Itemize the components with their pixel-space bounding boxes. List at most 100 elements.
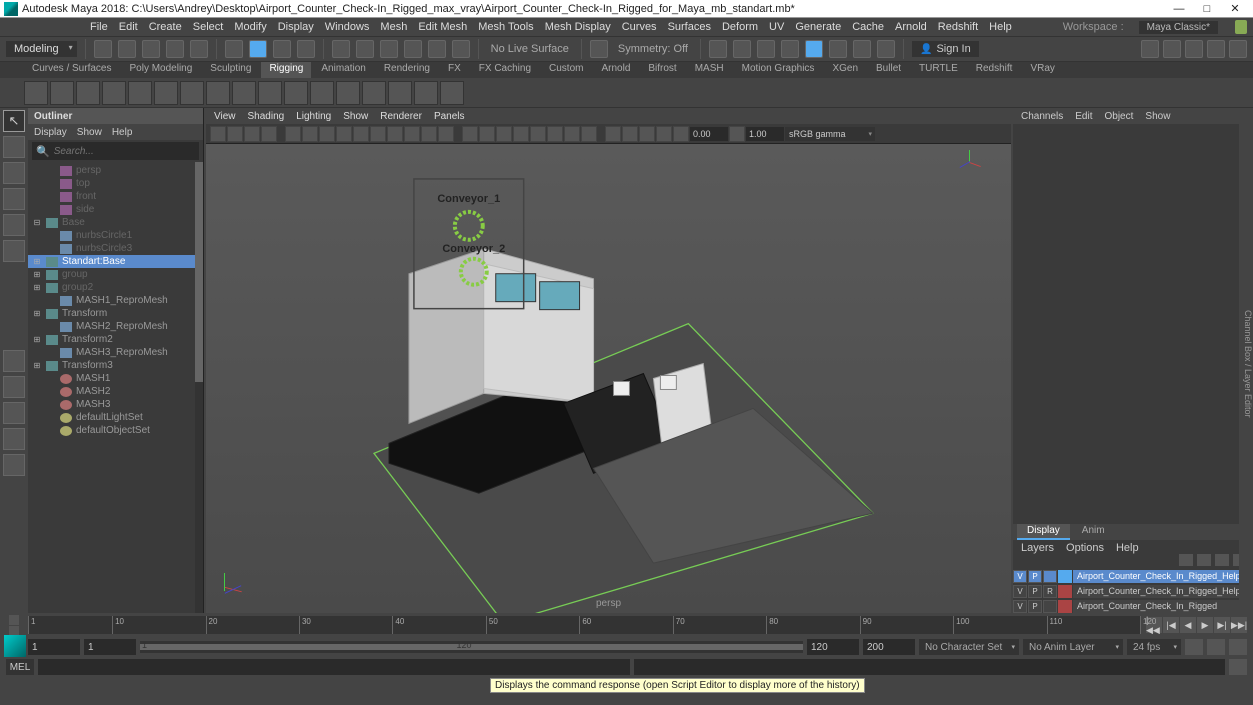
select-mode-button[interactable] [273,40,291,58]
vp-tool-button[interactable] [581,126,597,142]
shelf-button[interactable] [232,81,256,105]
layout-button[interactable] [3,402,25,424]
move-tool[interactable] [3,188,25,210]
rp-menu-item[interactable]: Object [1105,111,1134,122]
vp-colorspace-dropdown[interactable]: sRGB gamma [785,127,875,141]
menu-item[interactable]: Select [193,21,224,33]
snap-button[interactable] [428,40,446,58]
open-scene-button[interactable] [118,40,136,58]
shelf-tab[interactable]: Rigging [261,62,311,78]
layout-button[interactable] [1141,40,1159,58]
shelf-tab[interactable]: Bifrost [640,62,684,78]
shelf-tab[interactable]: Animation [313,62,373,78]
vp-gamma-field[interactable]: 1.00 [746,127,784,141]
shelf-button[interactable] [310,81,334,105]
time-slider[interactable]: 1102030405060708090100110120 [28,616,1140,634]
select-mode-button[interactable] [225,40,243,58]
shelf-button[interactable] [362,81,386,105]
vp-tool-button[interactable] [421,126,437,142]
playback-start-field[interactable]: 1 [84,639,136,655]
outliner-node[interactable]: persp [28,164,203,177]
play-forward-button[interactable]: ▶ [1197,617,1213,633]
toolbar-button[interactable] [757,40,775,58]
snap-button[interactable] [452,40,470,58]
vp-tool-button[interactable] [404,126,420,142]
shelf-tab[interactable]: VRay [1022,62,1062,78]
shelf-tab[interactable]: Bullet [868,62,909,78]
layer-row[interactable]: VPAirport_Counter_Check_In_Rigged_Helper… [1013,569,1253,583]
vp-tool-button[interactable] [210,126,226,142]
menu-item[interactable]: Redshift [938,21,978,33]
outliner-node[interactable]: nurbsCircle1 [28,229,203,242]
shelf-button[interactable] [336,81,360,105]
toolbar-button[interactable] [853,40,871,58]
menu-item[interactable]: Generate [795,21,841,33]
shelf-tab[interactable]: Arnold [593,62,638,78]
timeline-tool[interactable] [9,615,19,625]
vp-tool-button[interactable] [227,126,243,142]
vp-tool-button[interactable] [370,126,386,142]
shelf-button[interactable] [258,81,282,105]
outliner-node[interactable]: MASH1_ReproMesh [28,294,203,307]
shelf-tab[interactable]: Curves / Surfaces [24,62,119,78]
shelf-button[interactable] [154,81,178,105]
layer-row[interactable]: VPAirport_Counter_Check_In_Rigged [1013,599,1253,613]
loop-button[interactable] [1185,639,1203,655]
layer-tab[interactable]: Display [1017,524,1070,540]
shelf-button[interactable] [24,81,48,105]
vp-tool-button[interactable] [319,126,335,142]
script-editor-button[interactable] [1229,659,1247,675]
vp-tool-button[interactable] [547,126,563,142]
layout-button[interactable] [1207,40,1225,58]
cmd-language-label[interactable]: MEL [6,659,34,675]
undo-button[interactable] [166,40,184,58]
layout-button[interactable] [1163,40,1181,58]
scale-tool[interactable] [3,240,25,262]
step-forward-button[interactable]: ▶| [1214,617,1230,633]
vp-tool-button[interactable] [513,126,529,142]
vp-tool-button[interactable] [302,126,318,142]
menu-item[interactable]: Mesh Tools [478,21,533,33]
outliner-search-input[interactable] [54,146,195,157]
rp-menu-item[interactable]: Channels [1021,111,1063,122]
outliner-node[interactable]: ⊞Transform3 [28,359,203,372]
view-cube-icon[interactable] [959,150,981,172]
timeline-tool[interactable] [9,626,19,636]
vp-exposure-field[interactable]: 0.00 [690,127,728,141]
vp-tool-button[interactable] [244,126,260,142]
prefs-button[interactable] [1229,639,1247,655]
layout-button[interactable] [1185,40,1203,58]
outliner-node[interactable]: ⊞Transform2 [28,333,203,346]
outliner-node[interactable]: side [28,203,203,216]
vp-tool-button[interactable] [530,126,546,142]
layer-tool-icon[interactable] [1179,554,1193,566]
toolbar-button[interactable] [829,40,847,58]
outliner-menu-item[interactable]: Display [34,127,67,138]
maya-home-icon[interactable] [4,635,26,657]
shelf-button[interactable] [50,81,74,105]
character-set-dropdown[interactable]: No Character Set [919,639,1019,655]
vp-tool-button[interactable] [438,126,454,142]
vp-tool-button[interactable] [639,126,655,142]
vp-tool-button[interactable] [729,126,745,142]
viewport-3d[interactable]: Conveyor_1 Conveyor_2 persp [206,144,1011,613]
menu-item[interactable]: Curves [622,21,657,33]
outliner-search[interactable]: 🔍 [32,142,199,160]
sign-in-button[interactable]: Sign In [912,41,979,57]
shelf-button[interactable] [76,81,100,105]
outliner-node[interactable]: ⊞group [28,268,203,281]
command-output[interactable] [634,659,1226,675]
outliner-menu-item[interactable]: Show [77,127,102,138]
lock-icon[interactable] [1235,20,1247,34]
layout-button[interactable] [3,376,25,398]
menu-item[interactable]: Create [149,21,182,33]
vp-menu-item[interactable]: View [214,111,236,122]
right-sidebar-label[interactable]: Channel Box / Layer Editor [1239,108,1253,613]
menu-item[interactable]: Windows [325,21,370,33]
layout-button[interactable] [3,428,25,450]
menu-item[interactable]: Modify [234,21,266,33]
command-input[interactable] [38,659,630,675]
vp-menu-item[interactable]: Renderer [380,111,422,122]
outliner-node[interactable]: ⊞Transform [28,307,203,320]
vp-tool-button[interactable] [673,126,689,142]
